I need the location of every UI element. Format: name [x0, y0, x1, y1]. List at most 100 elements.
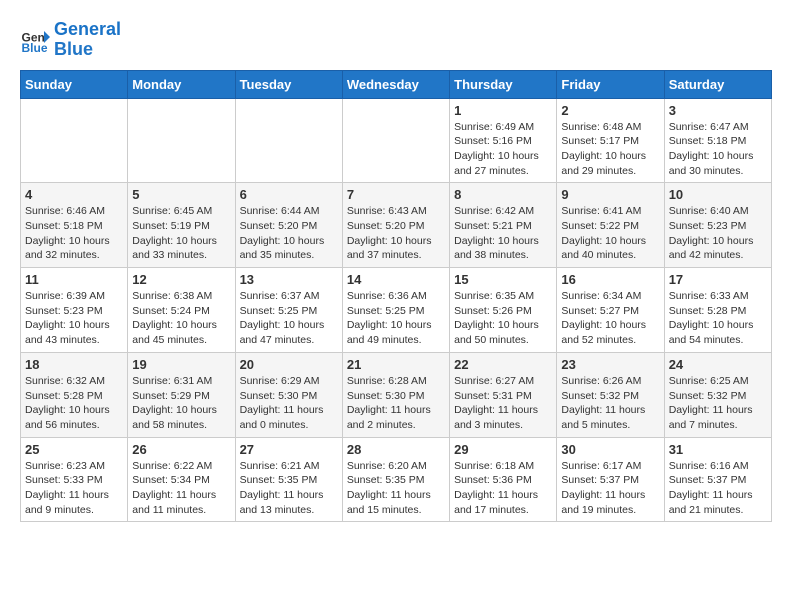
day-number: 21: [347, 357, 445, 372]
day-info: Sunrise: 6:34 AMSunset: 5:27 PMDaylight:…: [561, 289, 659, 348]
calendar-cell-4-1: 26 Sunrise: 6:22 AMSunset: 5:34 PMDayligh…: [128, 437, 235, 522]
week-row-4: 25Sunrise: 6:23 AMSunset: 5:33 PMDayligh…: [21, 437, 772, 522]
week-row-3: 18 Sunrise: 6:32 AMSunset: 5:28 PMDayligh…: [21, 352, 772, 437]
day-number: 31: [669, 442, 767, 457]
week-row-2: 11 Sunrise: 6:39 AMSunset: 5:23 PMDayligh…: [21, 268, 772, 353]
calendar-cell-2-6: 17 Sunrise: 6:33 AMSunset: 5:28 PMDayligh…: [664, 268, 771, 353]
calendar-cell-3-0: 18 Sunrise: 6:32 AMSunset: 5:28 PMDayligh…: [21, 352, 128, 437]
day-number: 22: [454, 357, 552, 372]
header-tuesday: Tuesday: [235, 70, 342, 98]
header-sunday: Sunday: [21, 70, 128, 98]
calendar-cell-2-1: 12 Sunrise: 6:38 AMSunset: 5:24 PMDayligh…: [128, 268, 235, 353]
calendar-body: 1 Sunrise: 6:49 AMSunset: 5:16 PMDaylight…: [21, 98, 772, 522]
day-number: 24: [669, 357, 767, 372]
day-info: Sunrise: 6:21 AMSunset: 5:35 PMDaylight:…: [240, 459, 338, 518]
day-info: Sunrise: 6:29 AMSunset: 5:30 PMDaylight:…: [240, 374, 338, 433]
day-info: Sunrise: 6:33 AMSunset: 5:28 PMDaylight:…: [669, 289, 767, 348]
calendar-cell-4-2: 27Sunrise: 6:21 AMSunset: 5:35 PMDayligh…: [235, 437, 342, 522]
day-info: Sunrise: 6:16 AMSunset: 5:37 PMDaylight:…: [669, 459, 767, 518]
day-number: 13: [240, 272, 338, 287]
day-info: Sunrise: 6:40 AMSunset: 5:23 PMDaylight:…: [669, 204, 767, 263]
calendar-cell-0-5: 2Sunrise: 6:48 AMSunset: 5:17 PMDaylight…: [557, 98, 664, 183]
day-info: Sunrise: 6:41 AMSunset: 5:22 PMDaylight:…: [561, 204, 659, 263]
weekday-header-row: Sunday Monday Tuesday Wednesday Thursday…: [21, 70, 772, 98]
day-info: Sunrise: 6:43 AMSunset: 5:20 PMDaylight:…: [347, 204, 445, 263]
calendar-cell-4-6: 31 Sunrise: 6:16 AMSunset: 5:37 PMDayligh…: [664, 437, 771, 522]
calendar-cell-0-1: [128, 98, 235, 183]
calendar-cell-1-6: 10 Sunrise: 6:40 AMSunset: 5:23 PMDayligh…: [664, 183, 771, 268]
day-info: Sunrise: 6:27 AMSunset: 5:31 PMDaylight:…: [454, 374, 552, 433]
day-info: Sunrise: 6:45 AMSunset: 5:19 PMDaylight:…: [132, 204, 230, 263]
day-number: 5: [132, 187, 230, 202]
calendar-cell-1-0: 4Sunrise: 6:46 AMSunset: 5:18 PMDaylight…: [21, 183, 128, 268]
header-wednesday: Wednesday: [342, 70, 449, 98]
day-number: 3: [669, 103, 767, 118]
day-info: Sunrise: 6:31 AMSunset: 5:29 PMDaylight:…: [132, 374, 230, 433]
calendar-cell-0-3: [342, 98, 449, 183]
calendar-cell-1-5: 9Sunrise: 6:41 AMSunset: 5:22 PMDaylight…: [557, 183, 664, 268]
header-friday: Friday: [557, 70, 664, 98]
calendar-cell-4-5: 30 Sunrise: 6:17 AMSunset: 5:37 PMDayligh…: [557, 437, 664, 522]
calendar-cell-4-0: 25Sunrise: 6:23 AMSunset: 5:33 PMDayligh…: [21, 437, 128, 522]
day-number: 25: [25, 442, 123, 457]
day-info: Sunrise: 6:17 AMSunset: 5:37 PMDaylight:…: [561, 459, 659, 518]
day-info: Sunrise: 6:22 AMSunset: 5:34 PMDaylight:…: [132, 459, 230, 518]
logo: Gen Blue GeneralBlue: [20, 20, 121, 60]
day-number: 23: [561, 357, 659, 372]
calendar-cell-2-5: 16Sunrise: 6:34 AMSunset: 5:27 PMDayligh…: [557, 268, 664, 353]
calendar-cell-2-2: 13 Sunrise: 6:37 AMSunset: 5:25 PMDayligh…: [235, 268, 342, 353]
day-number: 12: [132, 272, 230, 287]
week-row-1: 4Sunrise: 6:46 AMSunset: 5:18 PMDaylight…: [21, 183, 772, 268]
page-header: Gen Blue GeneralBlue: [20, 20, 772, 60]
day-info: Sunrise: 6:18 AMSunset: 5:36 PMDaylight:…: [454, 459, 552, 518]
day-number: 7: [347, 187, 445, 202]
day-number: 10: [669, 187, 767, 202]
logo-icon: Gen Blue: [20, 25, 50, 55]
calendar-cell-4-3: 28 Sunrise: 6:20 AMSunset: 5:35 PMDayligh…: [342, 437, 449, 522]
calendar-cell-1-2: 6 Sunrise: 6:44 AMSunset: 5:20 PMDaylight…: [235, 183, 342, 268]
day-number: 18: [25, 357, 123, 372]
calendar-cell-3-1: 19 Sunrise: 6:31 AMSunset: 5:29 PMDayligh…: [128, 352, 235, 437]
day-number: 19: [132, 357, 230, 372]
day-number: 17: [669, 272, 767, 287]
calendar-cell-2-0: 11 Sunrise: 6:39 AMSunset: 5:23 PMDayligh…: [21, 268, 128, 353]
svg-text:Blue: Blue: [22, 41, 48, 55]
day-info: Sunrise: 6:42 AMSunset: 5:21 PMDaylight:…: [454, 204, 552, 263]
calendar-table: Sunday Monday Tuesday Wednesday Thursday…: [20, 70, 772, 523]
logo-text: GeneralBlue: [54, 20, 121, 60]
day-number: 30: [561, 442, 659, 457]
calendar-header: Sunday Monday Tuesday Wednesday Thursday…: [21, 70, 772, 98]
calendar-cell-2-3: 14Sunrise: 6:36 AMSunset: 5:25 PMDayligh…: [342, 268, 449, 353]
day-number: 26: [132, 442, 230, 457]
calendar-cell-2-4: 15Sunrise: 6:35 AMSunset: 5:26 PMDayligh…: [450, 268, 557, 353]
calendar-cell-0-0: [21, 98, 128, 183]
calendar-cell-4-4: 29Sunrise: 6:18 AMSunset: 5:36 PMDayligh…: [450, 437, 557, 522]
day-number: 11: [25, 272, 123, 287]
day-info: Sunrise: 6:35 AMSunset: 5:26 PMDaylight:…: [454, 289, 552, 348]
day-number: 28: [347, 442, 445, 457]
day-info: Sunrise: 6:47 AMSunset: 5:18 PMDaylight:…: [669, 120, 767, 179]
calendar-cell-3-2: 20 Sunrise: 6:29 AMSunset: 5:30 PMDayligh…: [235, 352, 342, 437]
day-number: 6: [240, 187, 338, 202]
day-number: 4: [25, 187, 123, 202]
day-info: Sunrise: 6:39 AMSunset: 5:23 PMDaylight:…: [25, 289, 123, 348]
header-monday: Monday: [128, 70, 235, 98]
day-info: Sunrise: 6:49 AMSunset: 5:16 PMDaylight:…: [454, 120, 552, 179]
header-thursday: Thursday: [450, 70, 557, 98]
day-info: Sunrise: 6:38 AMSunset: 5:24 PMDaylight:…: [132, 289, 230, 348]
day-info: Sunrise: 6:44 AMSunset: 5:20 PMDaylight:…: [240, 204, 338, 263]
day-info: Sunrise: 6:20 AMSunset: 5:35 PMDaylight:…: [347, 459, 445, 518]
day-info: Sunrise: 6:32 AMSunset: 5:28 PMDaylight:…: [25, 374, 123, 433]
day-info: Sunrise: 6:28 AMSunset: 5:30 PMDaylight:…: [347, 374, 445, 433]
day-info: Sunrise: 6:37 AMSunset: 5:25 PMDaylight:…: [240, 289, 338, 348]
calendar-cell-1-4: 8Sunrise: 6:42 AMSunset: 5:21 PMDaylight…: [450, 183, 557, 268]
calendar-cell-3-6: 24 Sunrise: 6:25 AMSunset: 5:32 PMDayligh…: [664, 352, 771, 437]
calendar-cell-3-3: 21 Sunrise: 6:28 AMSunset: 5:30 PMDayligh…: [342, 352, 449, 437]
calendar-cell-1-1: 5 Sunrise: 6:45 AMSunset: 5:19 PMDaylight…: [128, 183, 235, 268]
calendar-cell-0-4: 1 Sunrise: 6:49 AMSunset: 5:16 PMDaylight…: [450, 98, 557, 183]
day-number: 1: [454, 103, 552, 118]
calendar-cell-1-3: 7 Sunrise: 6:43 AMSunset: 5:20 PMDaylight…: [342, 183, 449, 268]
day-info: Sunrise: 6:25 AMSunset: 5:32 PMDaylight:…: [669, 374, 767, 433]
week-row-0: 1 Sunrise: 6:49 AMSunset: 5:16 PMDaylight…: [21, 98, 772, 183]
day-number: 20: [240, 357, 338, 372]
